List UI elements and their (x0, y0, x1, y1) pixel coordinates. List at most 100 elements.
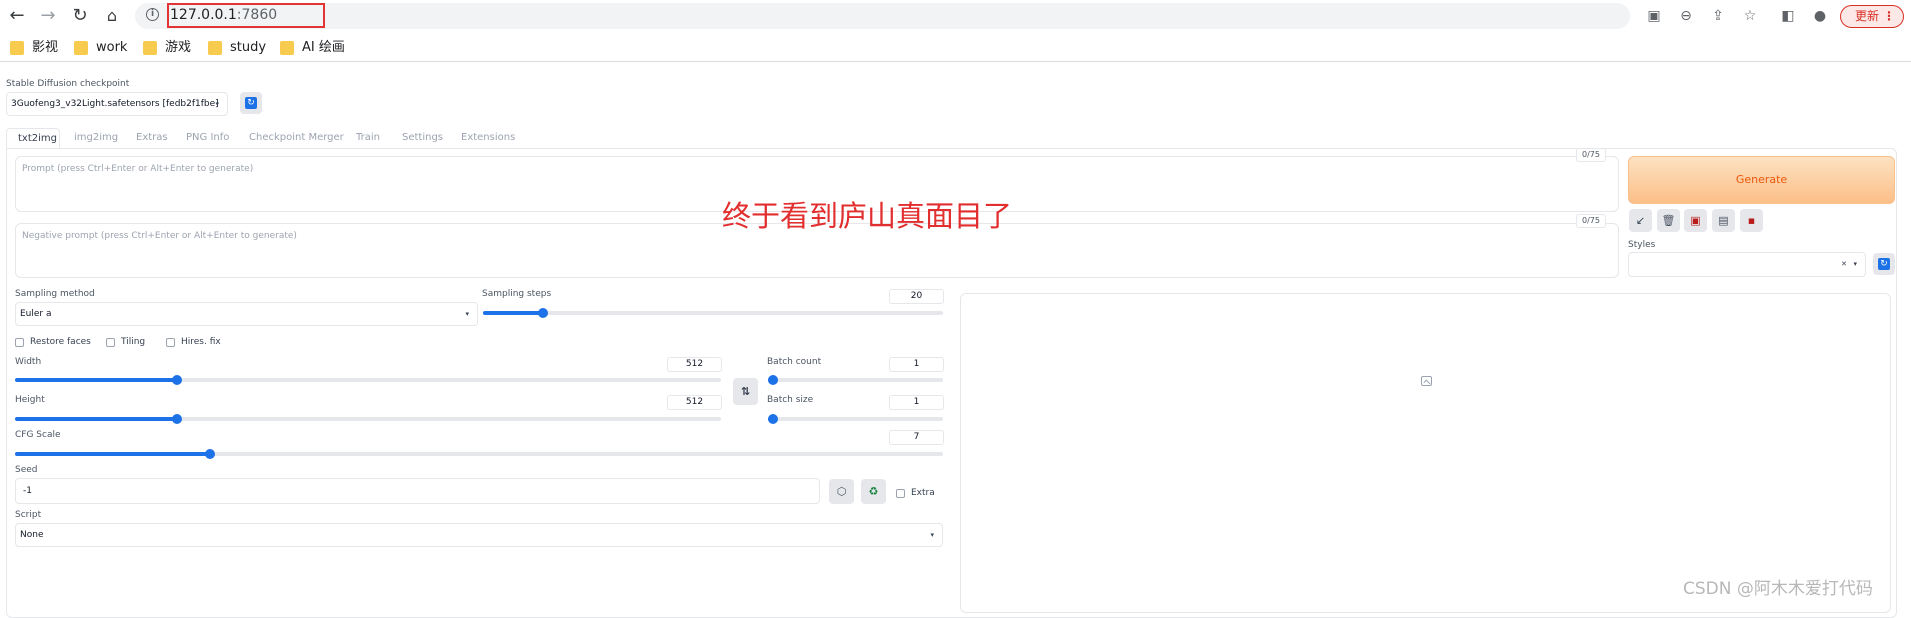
random-seed-dice-icon[interactable]: ⬡ (829, 479, 854, 504)
refresh-icon: ↻ (245, 97, 257, 109)
folder-icon (74, 41, 88, 55)
side-panel-icon[interactable]: ◧ (1779, 7, 1797, 25)
cfg-scale-label: CFG Scale (15, 430, 61, 440)
browser-toolbar: ← → ↻ ⌂ i 127.0.0.1:7860 ▣ ⊖ ⇪ ☆ ◧ ● 更新 ⋮ (0, 0, 1911, 32)
seed-input[interactable]: -1 (15, 478, 820, 504)
sampling-steps-slider[interactable] (483, 308, 943, 318)
slider-thumb[interactable] (205, 449, 215, 459)
styles-select[interactable]: ✕ ▾ (1628, 252, 1866, 277)
slider-thumb[interactable] (538, 308, 548, 318)
chevron-down-icon: ▾ (1853, 260, 1857, 268)
slider-thumb[interactable] (768, 375, 778, 385)
tab-extensions[interactable]: Extensions (461, 128, 515, 148)
sampling-method-label: Sampling method (15, 289, 95, 299)
extra-seed-checkbox[interactable] (896, 489, 905, 498)
batch-count-slider[interactable] (768, 375, 943, 385)
clipboard-icon[interactable]: ▤ (1712, 209, 1735, 232)
save-style-icon[interactable]: ▪ (1740, 209, 1763, 232)
extra-networks-icon[interactable]: ▣ (1684, 209, 1707, 232)
zoom-icon[interactable]: ⊖ (1677, 7, 1695, 25)
tab-extras[interactable]: Extras (136, 128, 168, 148)
bookmark-label: AI 绘画 (302, 40, 345, 55)
update-label: 更新 (1855, 9, 1880, 23)
folder-icon (280, 41, 294, 55)
bookmark-folder[interactable]: work (74, 40, 127, 56)
profile-icon[interactable]: ● (1811, 7, 1829, 25)
checkpoint-value: 3Guofeng3_v32Light.safetensors [fedb2f1f… (11, 99, 219, 109)
width-slider[interactable] (15, 375, 721, 385)
generate-button[interactable]: Generate (1628, 156, 1895, 204)
cfg-scale-input[interactable]: 7 (889, 430, 944, 445)
bookmarks-bar: 影视 work 游戏 study AI 绘画 (0, 34, 1911, 62)
negative-prompt-token-counter: 0/75 (1576, 214, 1606, 228)
tab-train[interactable]: Train (356, 128, 380, 148)
bookmark-label: study (230, 40, 267, 55)
checkpoint-select[interactable]: 3Guofeng3_v32Light.safetensors [fedb2f1f… (6, 92, 228, 116)
back-icon[interactable]: ← (7, 6, 27, 26)
reload-icon[interactable]: ↻ (70, 6, 90, 26)
refresh-checkpoint-button[interactable]: ↻ (240, 92, 262, 114)
prompt-placeholder: Prompt (press Ctrl+Enter or Alt+Enter to… (22, 164, 254, 174)
sampling-steps-label: Sampling steps (482, 289, 552, 299)
bookmark-star-icon[interactable]: ☆ (1741, 7, 1759, 25)
tab-txt2img[interactable]: txt2img (6, 128, 60, 148)
tab-settings[interactable]: Settings (402, 128, 443, 148)
restore-faces-checkbox[interactable] (15, 338, 24, 347)
trash-icon[interactable]: 🗑 (1657, 209, 1680, 232)
slider-thumb[interactable] (172, 375, 182, 385)
swap-dimensions-button[interactable]: ⇅ (733, 378, 758, 405)
site-info-icon[interactable]: i (146, 8, 159, 21)
bookmark-label: work (96, 40, 128, 55)
styles-label: Styles (1628, 240, 1656, 250)
sampling-method-select[interactable]: Euler a ▾ (15, 302, 478, 326)
reuse-seed-recycle-icon[interactable]: ♻ (861, 479, 886, 504)
slider-thumb[interactable] (768, 414, 778, 424)
height-slider[interactable] (15, 414, 721, 424)
tab-img2img[interactable]: img2img (74, 128, 118, 148)
width-input[interactable]: 512 (667, 357, 722, 372)
slider-fill (483, 311, 543, 315)
chevron-down-icon: ▾ (465, 310, 469, 318)
overlay-caption: 终于看到庐山真面目了 (722, 199, 1013, 233)
checkpoint-label: Stable Diffusion checkpoint (6, 79, 130, 89)
refresh-styles-button[interactable]: ↻ (1873, 253, 1895, 275)
clear-icon: ✕ (1841, 260, 1847, 268)
address-bar[interactable] (135, 3, 1630, 29)
negative-prompt-placeholder: Negative prompt (press Ctrl+Enter or Alt… (22, 231, 297, 241)
batch-count-input[interactable]: 1 (889, 357, 944, 372)
home-icon[interactable]: ⌂ (102, 6, 122, 26)
sampling-method-value: Euler a (20, 309, 52, 319)
bookmark-folder[interactable]: AI 绘画 (280, 40, 345, 56)
slider-thumb[interactable] (172, 414, 182, 424)
forward-icon[interactable]: → (38, 6, 58, 26)
folder-icon (10, 41, 24, 55)
tab-checkpoint-merger[interactable]: Checkpoint Merger (249, 128, 344, 148)
read-params-icon[interactable]: ↙ (1629, 209, 1652, 232)
translate-icon[interactable]: ▣ (1645, 7, 1663, 25)
script-select[interactable]: None ▾ (15, 523, 943, 547)
tab-png-info[interactable]: PNG Info (186, 128, 229, 148)
output-gallery (960, 293, 1891, 613)
url-text[interactable]: 127.0.0.1:7860 (170, 7, 277, 23)
height-input[interactable]: 512 (667, 395, 722, 410)
update-button[interactable]: 更新 ⋮ (1840, 5, 1904, 28)
folder-icon (208, 41, 222, 55)
seed-label: Seed (15, 465, 38, 475)
url-port: :7860 (236, 7, 278, 23)
height-label: Height (15, 395, 45, 405)
hires-fix-checkbox[interactable] (166, 338, 175, 347)
tiling-checkbox[interactable] (106, 338, 115, 347)
cfg-scale-slider[interactable] (15, 449, 943, 459)
bookmark-folder[interactable]: study (208, 40, 266, 56)
batch-count-label: Batch count (767, 357, 822, 367)
menu-dots-icon: ⋮ (1883, 9, 1895, 23)
batch-size-input[interactable]: 1 (889, 395, 944, 410)
share-icon[interactable]: ⇪ (1709, 7, 1727, 25)
restore-faces-label: Restore faces (30, 337, 91, 347)
batch-size-slider[interactable] (768, 414, 943, 424)
refresh-icon: ↻ (1878, 258, 1890, 270)
bookmark-folder[interactable]: 影视 (10, 40, 58, 56)
slider-fill (15, 378, 177, 382)
bookmark-folder[interactable]: 游戏 (143, 40, 191, 56)
sampling-steps-input[interactable]: 20 (889, 289, 944, 304)
